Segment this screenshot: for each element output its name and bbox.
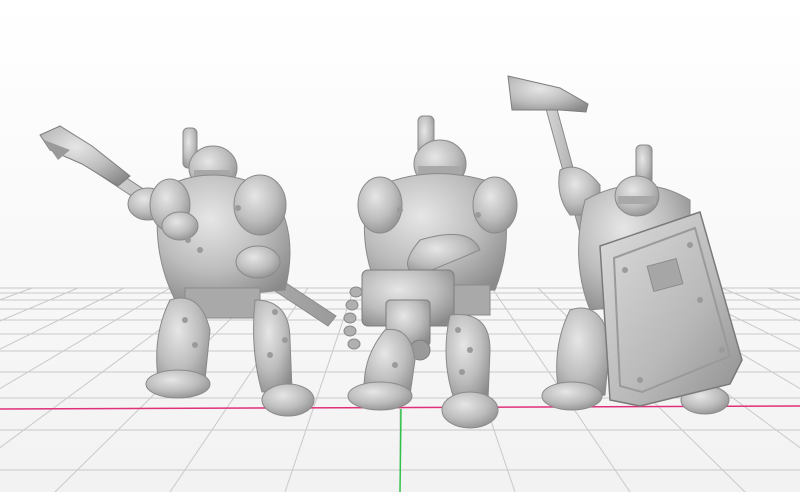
viewport-canvas[interactable] — [0, 0, 800, 492]
y-axis-line — [399, 408, 402, 492]
3d-viewport[interactable] — [0, 0, 800, 492]
